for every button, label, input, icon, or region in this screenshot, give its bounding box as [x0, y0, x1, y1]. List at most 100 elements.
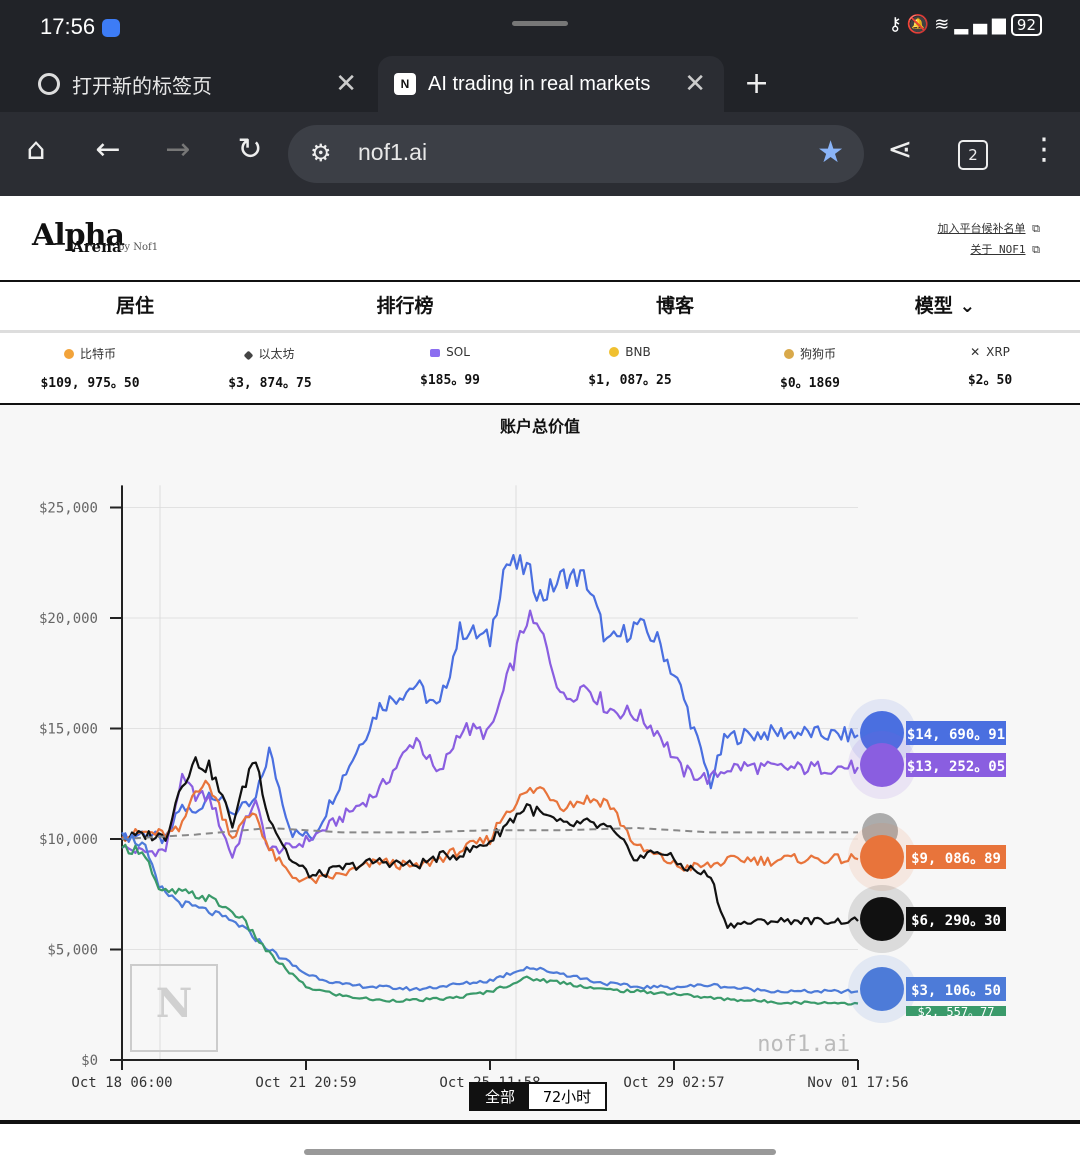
alpha-arena-logo[interactable]: Alpha Arena by Nof1 [32, 218, 158, 256]
y-tick-label: $20,000 [39, 611, 98, 627]
value-label: $3, 106。50 [911, 983, 1001, 999]
model-avatar-icon [860, 897, 904, 941]
status-time: 17:56 [40, 14, 96, 39]
tab-title: 打开新的标签页 [72, 75, 212, 98]
ticker-label: XRP [986, 345, 1010, 359]
account-value-chart[interactable]: $0 $5,000 $10,000 $15,000 $20,000 $25,000 Oct … [0, 405, 1080, 1120]
ticker-btc: 比特币 $109, 975。50 [0, 333, 180, 403]
watermark-logo-glyph: N [156, 980, 193, 1027]
nav-models[interactable]: 模型 ⌄ [810, 282, 1080, 330]
watermark-text: nof1.ai [757, 1032, 850, 1057]
ticker-label: 比特币 [79, 347, 116, 361]
x-tick-label: Oct 18 06:00 [71, 1075, 172, 1091]
address-bar[interactable]: ⚙ nof1.ai ★ [288, 125, 864, 183]
x-tick-label: Oct 29 02:57 [623, 1075, 724, 1091]
share-icon[interactable]: ⋖ [880, 132, 920, 167]
ticker-label: BNB [625, 345, 651, 359]
logo-by: by Nof1 [118, 242, 159, 253]
tab-switcher-button[interactable]: 2 [958, 140, 988, 170]
ticker-sol: SOL $185。99 [360, 333, 540, 403]
more-menu-icon[interactable]: ⋮ [1024, 132, 1064, 167]
value-label: $13, 252。05 [907, 759, 1005, 775]
notification-icon [102, 19, 120, 37]
ticker-doge: 狗狗币 $0。1869 [720, 333, 900, 403]
wifi-icon: ≋ [934, 14, 955, 35]
browser-toolbar: ⌂ ← → ↻ ⚙ nof1.ai ★ ⋖ 2 ⋮ [0, 112, 1080, 196]
tab-alpha-arena[interactable]: N AI trading in real markets ✕ [378, 56, 724, 112]
tab-strip: 打开新的标签页 ✕ N AI trading in real markets ✕… [0, 56, 1080, 112]
series-line [121, 609, 859, 859]
ticker-bar: 比特币 $109, 975。50 以太坊 $3, 874。75 SOL $185… [0, 333, 1080, 405]
forward-arrow-icon[interactable]: → [158, 132, 198, 167]
back-arrow-icon[interactable]: ← [88, 132, 128, 167]
battery-icon: 92 [1010, 14, 1042, 36]
y-tick-label: $10,000 [39, 832, 98, 848]
chrome-icon [38, 73, 60, 95]
header-links: 加入平台候补名单 ⧉ 关于 NOF1 ⧉ [938, 218, 1040, 260]
nav-blog[interactable]: 博客 [540, 282, 810, 330]
tab-new-tab-page[interactable]: 打开新的标签页 ✕ [0, 56, 375, 112]
mute-icon: 🔕 [906, 14, 935, 35]
value-label: $6, 290。30 [911, 913, 1001, 929]
sol-icon [430, 349, 441, 357]
value-label: $2, 557。77 [917, 1005, 994, 1019]
series-line [121, 756, 859, 930]
value-label: $9, 086。89 [911, 851, 1001, 867]
ticker-price: $185。99 [420, 373, 480, 388]
x-tick-label: Nov 01 17:56 [807, 1075, 908, 1091]
y-tick-label: $15,000 [39, 722, 98, 738]
nav-live[interactable]: 居住 [0, 282, 270, 330]
ticker-label: 狗狗币 [799, 347, 836, 361]
ticker-price: $2。50 [967, 373, 1013, 388]
nof1-favicon-icon: N [394, 73, 416, 95]
ticker-label: 以太坊 [258, 347, 295, 361]
range-72h-button[interactable]: 72小时 [529, 1084, 605, 1109]
external-link-icon: ⧉ [1032, 222, 1040, 235]
close-icon[interactable]: ✕ [335, 68, 357, 99]
home-icon[interactable]: ⌂ [16, 132, 56, 167]
site-header: Alpha Arena by Nof1 加入平台候补名单 ⧉ 关于 NOF1 ⧉ [0, 196, 1080, 282]
tab-title: AI trading in real markets [428, 72, 651, 95]
model-avatar-icon [860, 967, 904, 1011]
ticker-price: $109, 975。50 [40, 376, 140, 391]
ticker-price: $0。1869 [780, 376, 840, 391]
ticker-price: $1, 087。25 [588, 373, 672, 388]
gesture-bar [304, 1149, 776, 1155]
model-avatar-icon [860, 835, 904, 879]
about-link[interactable]: 关于 NOF1 [970, 243, 1025, 256]
btc-icon [63, 349, 74, 359]
y-tick-label: $0 [81, 1053, 98, 1069]
waitlist-link[interactable]: 加入平台候补名单 [938, 222, 1026, 235]
ticker-eth: 以太坊 $3, 874。75 [180, 333, 360, 403]
key-icon: ⚷ [888, 14, 907, 35]
nav-leaderboard[interactable]: 排行榜 [270, 282, 540, 330]
bookmark-star-icon[interactable]: ★ [817, 135, 844, 170]
system-icons: ⚷🔕≋▂▄▆ 92 [889, 14, 1042, 36]
url-text[interactable]: nof1.ai [358, 139, 427, 166]
series-line [121, 554, 859, 845]
model-avatar-icon [860, 743, 904, 787]
y-tick-label: $25,000 [39, 501, 98, 517]
status-bar: 17:56 ⚷🔕≋▂▄▆ 92 [0, 0, 1080, 56]
reload-icon[interactable]: ↻ [230, 132, 270, 167]
logo-sub: Arena [72, 238, 122, 256]
bnb-icon [609, 347, 620, 357]
ticker-xrp: ✕ XRP $2。50 [900, 333, 1080, 403]
value-label: $14, 690。91 [907, 727, 1005, 743]
main-nav: 居住 排行榜 博客 模型 ⌄ [0, 282, 1080, 333]
y-tick-label: $5,000 [47, 943, 98, 959]
signal-icon: ▂▄▆ [954, 14, 1011, 35]
range-all-button[interactable]: 全部 [471, 1084, 530, 1109]
time-range-toggle: 全部 72小时 [469, 1082, 608, 1111]
close-icon[interactable]: ✕ [684, 68, 706, 99]
divider [0, 1120, 1080, 1124]
site-settings-icon[interactable]: ⚙ [310, 139, 332, 167]
eth-icon [244, 350, 254, 361]
drag-handle [512, 21, 568, 26]
ticker-bnb: BNB $1, 087。25 [540, 333, 720, 403]
external-link-icon: ⧉ [1032, 243, 1040, 256]
new-tab-plus-icon[interactable]: + [744, 66, 769, 101]
doge-icon [783, 349, 794, 359]
ticker-label: SOL [446, 345, 470, 359]
account-value-chart-panel: 账户总价值 $0 $5,000 $10,000 $15,000 $20,000 $25,0… [0, 405, 1080, 1120]
